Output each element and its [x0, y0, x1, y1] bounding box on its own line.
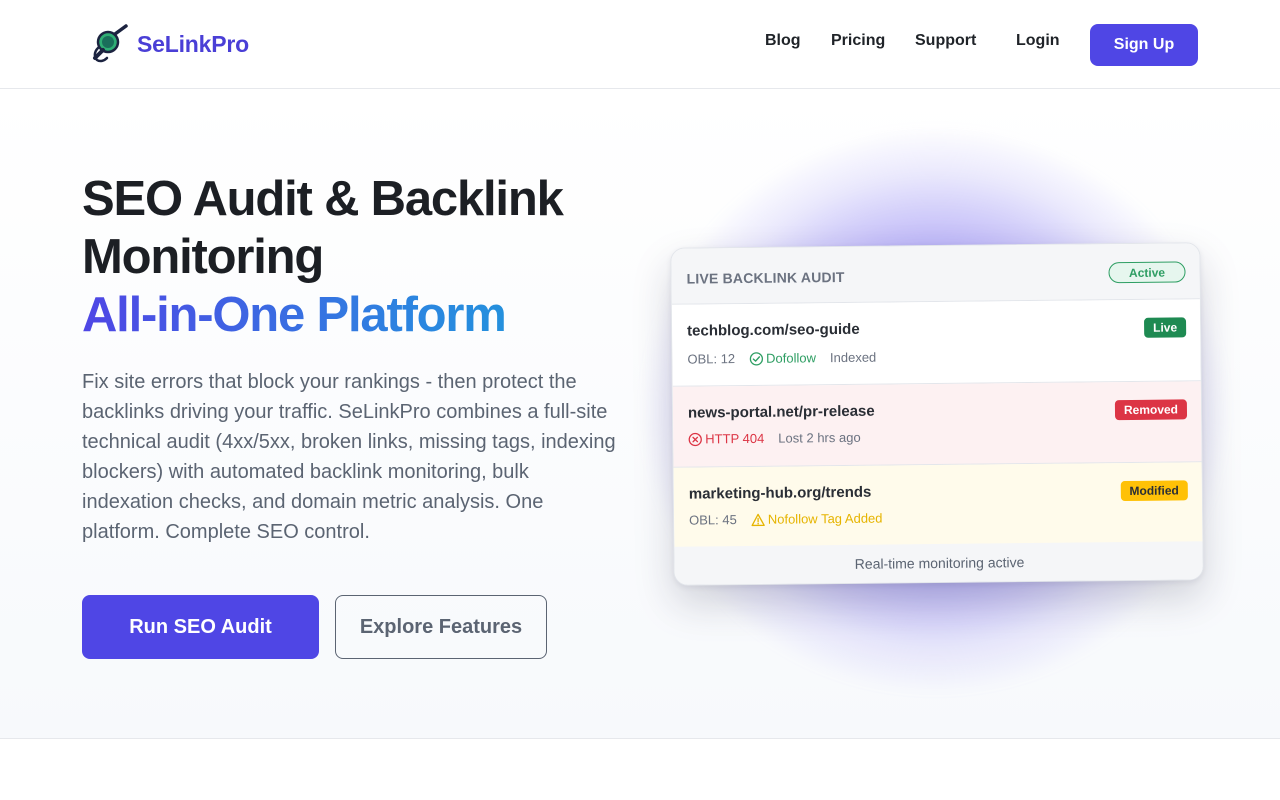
backlink-url: marketing-hub.org/trends [688, 483, 872, 503]
brand-name: SeLinkPro [137, 30, 249, 57]
modified-badge: Modified [1120, 480, 1188, 502]
explore-features-button[interactable]: Explore Features [335, 595, 547, 659]
backlink-url: techblog.com/seo-guide [687, 320, 860, 340]
nav-login[interactable]: Login [1016, 32, 1060, 50]
hero-title-line2: Monitoring [82, 230, 324, 284]
indexed-status: Indexed [829, 349, 877, 366]
status-badge: Active [1108, 261, 1186, 284]
obl-count: OBL: 12 [687, 351, 736, 367]
hero-title-line1: SEO Audit & Backlink [82, 172, 564, 226]
check-circle-icon [749, 351, 763, 366]
dofollow-tag: Dofollow [766, 350, 817, 366]
backlink-row[interactable]: techblog.com/seo-guide Live OBL: 12 Dofo… [671, 299, 1203, 387]
x-circle-icon [688, 432, 702, 446]
live-badge: Live [1143, 317, 1187, 338]
http-error: HTTP 404 [705, 430, 765, 447]
backlink-audit-card: LIVE BACKLINK AUDIT Active techblog.com/… [670, 242, 1204, 586]
site-header: SeLinkPro Blog Pricing Support Login Sig… [0, 0, 1280, 89]
signup-button[interactable]: Sign Up [1090, 24, 1198, 66]
card-footer: Real-time monitoring active [674, 541, 1204, 585]
warning-triangle-icon [751, 512, 765, 526]
card-header: LIVE BACKLINK AUDIT Active [671, 243, 1202, 305]
nav-pricing[interactable]: Pricing [831, 32, 885, 50]
logo-icon [93, 24, 128, 63]
hero-title: SEO Audit & Backlink Monitoring All-in-O… [82, 170, 642, 344]
run-seo-audit-button[interactable]: Run SEO Audit [82, 595, 319, 659]
brand[interactable]: SeLinkPro [89, 24, 249, 64]
hero-description: Fix site errors that block your rankings… [82, 371, 616, 543]
card-title: LIVE BACKLINK AUDIT [686, 268, 845, 287]
backlink-url: news-portal.net/pr-release [687, 402, 875, 422]
nofollow-warning: Nofollow Tag Added [767, 510, 883, 527]
backlink-meta: HTTP 404 Lost 2 hrs ago [688, 430, 861, 447]
hero-title-highlight: All-in-One Platform [82, 286, 642, 344]
backlink-row[interactable]: news-portal.net/pr-release Removed HTTP … [672, 381, 1204, 468]
obl-count: OBL: 45 [689, 512, 737, 528]
backlink-meta: OBL: 12 Dofollow Indexed [687, 350, 876, 367]
nav-support[interactable]: Support [915, 32, 976, 50]
nav-blog[interactable]: Blog [765, 32, 801, 50]
lost-time: Lost 2 hrs ago [778, 429, 861, 446]
backlink-row[interactable]: marketing-hub.org/trends Modified OBL: 4… [673, 462, 1204, 549]
backlink-meta: OBL: 45 Nofollow Tag Added [689, 511, 883, 528]
removed-badge: Removed [1114, 399, 1188, 421]
hero-section: SEO Audit & Backlink Monitoring All-in-O… [0, 90, 1280, 739]
